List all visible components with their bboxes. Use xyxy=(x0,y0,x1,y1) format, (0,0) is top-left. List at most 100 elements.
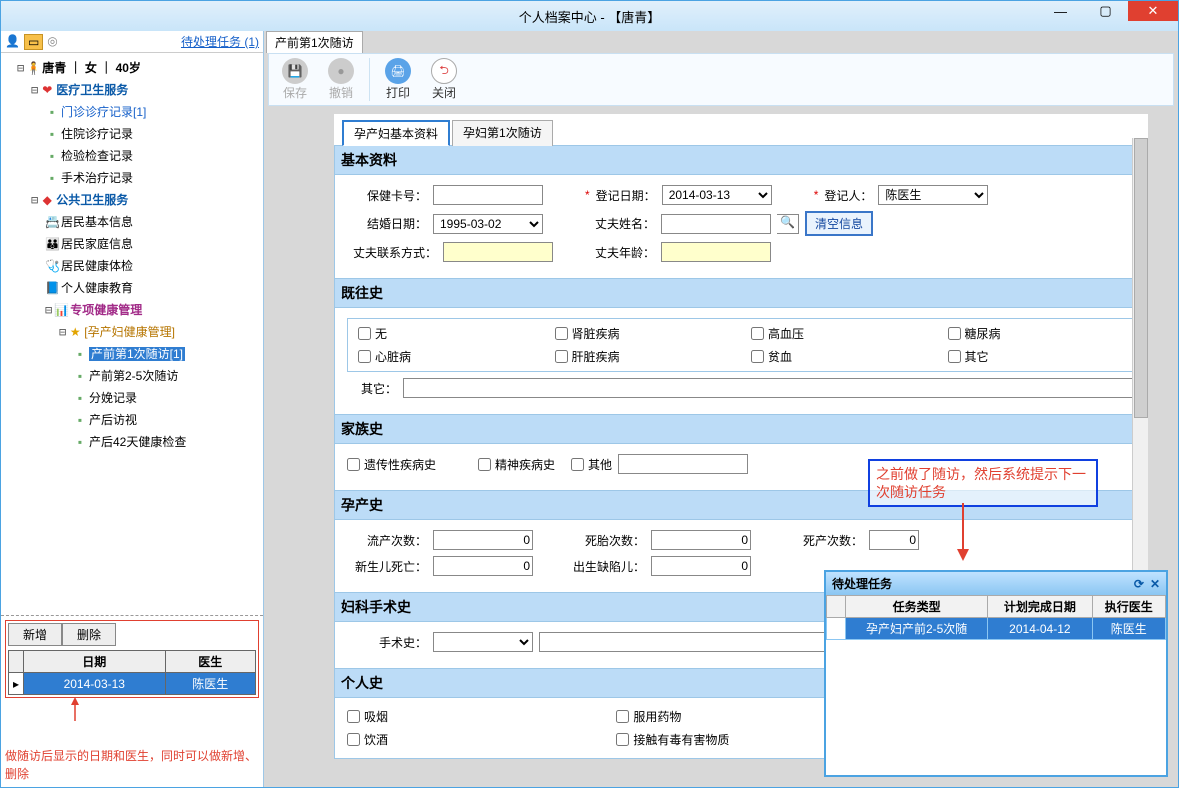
section-family: 家族史 xyxy=(334,414,1148,444)
lbl-registrar: 登记人： xyxy=(824,187,872,204)
input-newborn-death[interactable] xyxy=(433,556,533,576)
pending-task-panel: 待处理任务 ⟳ ✕ 任务类型 计划完成日期 执行医生 ⬇ 孕产妇产前2-5次随 … xyxy=(824,570,1168,777)
lbl-regdate: 登记日期： xyxy=(596,187,656,204)
tree-resident-basic[interactable]: 居民基本信息 xyxy=(61,215,133,229)
input-cardno[interactable] xyxy=(433,185,543,205)
chk-fam-other[interactable]: 其他 xyxy=(571,456,612,473)
pending-tasks-link[interactable]: 待处理任务 (1) xyxy=(181,33,259,50)
tree-pubhealth[interactable]: 公共卫生服务 xyxy=(56,193,128,207)
col-date: 日期 xyxy=(24,651,165,673)
input-husband-age[interactable] xyxy=(661,242,771,262)
input-regdate[interactable]: 2014-03-13 xyxy=(662,185,772,205)
chk-drink[interactable]: 饮酒 xyxy=(347,731,596,748)
lbl-defect: 出生缺陷儿： xyxy=(565,558,645,575)
lbl-surgery: 手术史： xyxy=(347,634,427,651)
chk-dm[interactable]: 糖尿病 xyxy=(948,325,1125,342)
delete-button[interactable]: 删除 xyxy=(62,623,116,646)
input-husband-phone[interactable] xyxy=(443,242,553,262)
user-icon[interactable]: 👤 xyxy=(5,34,20,50)
tree-day42[interactable]: 产后42天健康检查 xyxy=(89,435,186,449)
chk-anemia[interactable]: 贫血 xyxy=(751,348,928,365)
tree-lab[interactable]: 检验检查记录 xyxy=(61,149,133,163)
undo-button[interactable]: ●撤销 xyxy=(321,58,361,101)
chk-kidney[interactable]: 肾脏疾病 xyxy=(555,325,732,342)
input-fam-other[interactable] xyxy=(618,454,748,474)
chk-past-other[interactable]: 其它 xyxy=(948,348,1125,365)
lbl-marry: 结婚日期： xyxy=(347,215,427,232)
window-title: 个人档案中心 - 【唐青】 xyxy=(519,7,661,26)
search-icon[interactable]: 🔍 xyxy=(777,214,799,234)
col-task-type: 任务类型 xyxy=(846,596,988,618)
input-surgery-sel[interactable] xyxy=(433,632,533,652)
add-button[interactable]: 新增 xyxy=(8,623,62,646)
doc-tab[interactable]: 产前第1次随访 xyxy=(266,31,363,53)
refresh-icon[interactable]: ⟳ xyxy=(1134,577,1144,591)
tree-med-service[interactable]: 医疗卫生服务 xyxy=(56,83,128,97)
chk-htn[interactable]: 高血压 xyxy=(751,325,928,342)
close-doc-button[interactable]: ⮌关闭 xyxy=(424,58,464,101)
tree-special[interactable]: 专项健康管理 xyxy=(70,303,142,317)
maximize-button[interactable]: ▢ xyxy=(1083,1,1128,21)
tree-preg-mgmt[interactable]: [孕产妇健康管理] xyxy=(84,325,175,339)
input-past-other[interactable] xyxy=(403,378,1135,398)
visit-table: 日期医生 ▸2014-03-13陈医生 xyxy=(8,650,256,695)
save-button[interactable]: 💾保存 xyxy=(275,58,315,101)
input-husband-name[interactable] xyxy=(661,214,771,234)
toolbar: 💾保存 ●撤销 🖨打印 ⮌关闭 xyxy=(268,53,1174,106)
col-exec-doctor: 执行医生 xyxy=(1092,596,1165,618)
tree-visit25[interactable]: 产前第2-5次随访 xyxy=(89,369,178,383)
tree-personal-edu[interactable]: 个人健康教育 xyxy=(61,281,133,295)
tree-delivery[interactable]: 分娩记录 xyxy=(89,391,137,405)
input-stillbirth[interactable] xyxy=(651,530,751,550)
print-button[interactable]: 🖨打印 xyxy=(378,58,418,101)
tab-basic-info[interactable]: 孕产妇基本资料 xyxy=(342,120,450,146)
input-marry[interactable]: 1995-03-02 xyxy=(433,214,543,234)
chk-smoke[interactable]: 吸烟 xyxy=(347,708,596,725)
chk-heart[interactable]: 心脏病 xyxy=(358,348,535,365)
close-icon[interactable]: ✕ xyxy=(1150,577,1160,591)
patient-summary: 唐青 ｜ 女 ｜ 40岁 xyxy=(42,61,141,75)
spiral-icon[interactable]: ◎ xyxy=(47,34,57,50)
col-doctor: 医生 xyxy=(165,651,255,673)
input-abort[interactable] xyxy=(433,530,533,550)
tree-postnatal[interactable]: 产后访视 xyxy=(89,413,137,427)
lbl-husband-phone: 丈夫联系方式： xyxy=(347,244,437,261)
chk-mental[interactable]: 精神疾病史 xyxy=(478,456,555,473)
tree-surgery[interactable]: 手术治疗记录 xyxy=(61,171,133,185)
minimize-button[interactable]: — xyxy=(1038,1,1083,21)
section-basic: 基本资料 xyxy=(334,145,1148,175)
chk-none[interactable]: 无 xyxy=(358,325,535,342)
table-row[interactable]: ▸2014-03-13陈医生 xyxy=(9,673,256,695)
tree-visit1[interactable]: 产前第1次随访[1] xyxy=(89,347,185,361)
task-row[interactable]: ⬇ 孕产妇产前2-5次随 2014-04-12 陈医生 xyxy=(827,618,1166,640)
col-plan-date: 计划完成日期 xyxy=(988,596,1092,618)
lbl-past-other: 其它： xyxy=(347,380,397,397)
tree-resident-family[interactable]: 居民家庭信息 xyxy=(61,237,133,251)
lbl-stillbirth: 死胎次数： xyxy=(565,532,645,549)
annotation-left: 做随访后显示的日期和医生，同时可以做新增、删除 xyxy=(5,747,259,783)
lbl-cardno: 保健卡号： xyxy=(347,187,427,204)
clear-button[interactable]: 清空信息 xyxy=(805,211,873,236)
left-toolbar-icons: 👤 ▭ ◎ xyxy=(5,34,58,50)
tree-inpatient[interactable]: 住院诊疗记录 xyxy=(61,127,133,141)
tree-resident-exam[interactable]: 居民健康体检 xyxy=(61,259,133,273)
nav-tree: ⊟🧍唐青 ｜ 女 ｜ 40岁 ⊟❤医疗卫生服务 ▪门诊诊疗记录[1] ▪住院诊疗… xyxy=(1,53,263,615)
input-registrar[interactable]: 陈医生 xyxy=(878,185,988,205)
lbl-husband-age: 丈夫年龄： xyxy=(585,244,655,261)
chk-liver[interactable]: 肝脏疾病 xyxy=(555,348,732,365)
tab-visit1[interactable]: 孕妇第1次随访 xyxy=(452,120,553,146)
section-past: 既往史 xyxy=(334,278,1148,308)
tree-outpatient[interactable]: 门诊诊疗记录[1] xyxy=(61,105,146,119)
lbl-abort: 流产次数： xyxy=(347,532,427,549)
lbl-husband-name: 丈夫姓名： xyxy=(585,215,655,232)
input-defect[interactable] xyxy=(651,556,751,576)
lbl-newborn-death: 新生儿死亡： xyxy=(347,558,427,575)
annotation-overlay: 之前做了随访，然后系统提示下一次随访任务 xyxy=(868,459,1098,507)
float-title: 待处理任务 xyxy=(832,575,892,592)
lbl-deadbirth: 死产次数： xyxy=(783,532,863,549)
card-icon[interactable]: ▭ xyxy=(24,34,43,50)
close-button[interactable]: ✕ xyxy=(1128,1,1178,21)
input-deadbirth[interactable] xyxy=(869,530,919,550)
titlebar: 个人档案中心 - 【唐青】 — ▢ ✕ xyxy=(1,1,1178,31)
chk-hered[interactable]: 遗传性疾病史 xyxy=(347,456,436,473)
